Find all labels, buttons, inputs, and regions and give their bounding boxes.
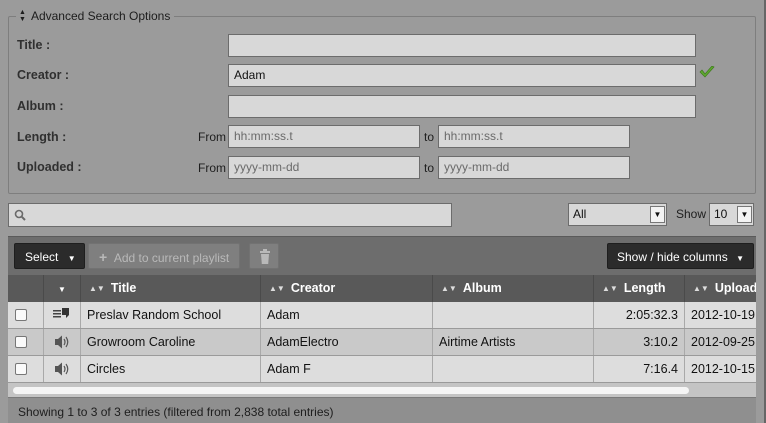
- podcast-icon: [53, 308, 69, 318]
- length-cell: 3:10.2: [594, 329, 685, 355]
- uploaded-to-label: to: [424, 161, 435, 175]
- album-cell: [433, 356, 594, 382]
- header-length-label: Length: [623, 281, 666, 295]
- table-header: ▼ ▲▼ Title ▲▼ Creator ▲▼ Album ▲▼ Length ▲▼ U…: [8, 275, 756, 302]
- title-cell: Preslav Random School: [81, 302, 261, 328]
- type-cell: [44, 329, 81, 355]
- type-cell: [44, 356, 81, 382]
- length-cell: 2:05:32.3: [594, 302, 685, 328]
- show-hide-columns-label: Show / hide columns: [617, 250, 728, 264]
- library-toolbar: Select ▼ + Add to current playlist Show …: [8, 236, 756, 275]
- chevron-down-icon: ▼: [650, 206, 665, 223]
- header-title[interactable]: ▲▼ Title: [81, 275, 261, 302]
- table-info: Showing 1 to 3 of 3 entries (filtered fr…: [8, 397, 756, 423]
- album-input[interactable]: [228, 95, 696, 118]
- row-checkbox[interactable]: [15, 336, 27, 348]
- uploaded-from-input[interactable]: yyyy-mm-dd: [228, 156, 420, 179]
- row-checkbox-cell: [8, 356, 44, 382]
- plus-icon: +: [99, 249, 108, 265]
- type-cell: [44, 302, 81, 328]
- header-title-label: Title: [110, 281, 137, 295]
- sort-icon: ▲▼: [89, 284, 105, 293]
- uploaded-cell: 2012-10-15: [691, 362, 755, 376]
- header-creator-label: Creator: [290, 281, 336, 295]
- uploaded-to-input[interactable]: yyyy-mm-dd: [438, 156, 630, 179]
- sort-icon: ▲▼: [693, 284, 709, 293]
- header-album[interactable]: ▲▼ Album: [433, 275, 594, 302]
- add-to-playlist-label: Add to current playlist: [113, 251, 230, 265]
- length-label: Length :: [17, 130, 67, 144]
- length-to-input[interactable]: hh:mm:ss.t: [438, 125, 630, 148]
- creator-label: Creator :: [17, 68, 70, 82]
- filter-type-value: All: [573, 207, 587, 221]
- row-checkbox[interactable]: [15, 309, 27, 321]
- trash-icon: [260, 249, 270, 264]
- creator-cell: AdamElectro: [261, 329, 433, 355]
- length-from-input[interactable]: hh:mm:ss.t: [228, 125, 420, 148]
- show-hide-columns-button[interactable]: Show / hide columns ▼: [607, 243, 754, 269]
- length-cell: 7:16.4: [594, 356, 685, 382]
- page-length-value: 10: [714, 207, 728, 221]
- table-row[interactable]: Circles Adam F 7:16.4 2012-10-15: [8, 356, 756, 383]
- chevron-down-icon: ▼: [737, 206, 752, 223]
- caret-down-icon: ▼: [67, 254, 76, 263]
- creator-cell: Adam: [261, 302, 433, 328]
- creator-cell: Adam F: [261, 356, 433, 382]
- library-search-input[interactable]: [8, 203, 452, 227]
- header-uploaded[interactable]: ▲▼ Uploaded: [685, 275, 756, 302]
- creator-input[interactable]: Adam: [228, 64, 696, 87]
- add-to-playlist-button[interactable]: + Add to current playlist: [88, 243, 241, 269]
- advanced-search-toggle[interactable]: ▲ ▼ Advanced Search Options: [16, 9, 175, 23]
- speaker-icon: [55, 335, 69, 349]
- header-checkbox-column: [8, 275, 44, 302]
- sort-icon: ▲▼: [269, 284, 285, 293]
- caret-down-icon: ▼: [736, 254, 744, 263]
- select-button[interactable]: Select ▼: [14, 243, 85, 269]
- select-button-label: Select: [25, 250, 59, 264]
- expand-collapse-icon: ▲ ▼: [19, 9, 26, 23]
- sort-icon: ▲▼: [441, 284, 457, 293]
- scrollbar-thumb[interactable]: [13, 387, 689, 394]
- row-checkbox[interactable]: [15, 363, 27, 375]
- title-input[interactable]: [228, 34, 696, 57]
- valid-check-icon: [699, 66, 715, 78]
- length-from-label: From: [198, 130, 226, 144]
- album-cell: Airtime Artists: [433, 329, 594, 355]
- length-to-label: to: [424, 130, 435, 144]
- table-row[interactable]: Growroom Caroline AdamElectro Airtime Ar…: [8, 329, 756, 356]
- title-label: Title :: [17, 38, 51, 52]
- uploaded-cell: 2012-09-25: [691, 335, 755, 349]
- delete-button[interactable]: [249, 243, 279, 269]
- filter-type-select[interactable]: All ▼: [568, 203, 667, 226]
- title-cell: Growroom Caroline: [81, 329, 261, 355]
- uploaded-cell: 2012-10-19: [691, 308, 755, 322]
- horizontal-scrollbar[interactable]: [8, 383, 756, 397]
- advanced-search-legend: Advanced Search Options: [30, 9, 171, 23]
- uploaded-label: Uploaded :: [17, 160, 82, 174]
- row-checkbox-cell: [8, 302, 44, 328]
- page-length-select[interactable]: 10 ▼: [709, 203, 754, 226]
- search-icon: [14, 209, 26, 221]
- title-cell: Circles: [81, 356, 261, 382]
- uploaded-from-label: From: [198, 161, 226, 175]
- show-label: Show: [676, 207, 707, 221]
- header-length[interactable]: ▲▼ Length: [594, 275, 685, 302]
- album-cell: [433, 302, 594, 328]
- header-uploaded-label: Uploaded: [714, 281, 756, 295]
- header-creator[interactable]: ▲▼ Creator: [261, 275, 433, 302]
- caret-down-icon: ▼: [58, 285, 66, 294]
- speaker-icon: [55, 362, 69, 376]
- row-checkbox-cell: [8, 329, 44, 355]
- album-label: Album :: [17, 99, 64, 113]
- header-album-label: Album: [462, 281, 502, 295]
- sort-icon: ▲▼: [602, 284, 618, 293]
- table-row[interactable]: Preslav Random School Adam 2:05:32.3 201…: [8, 302, 756, 329]
- header-type-column[interactable]: ▼: [44, 275, 81, 302]
